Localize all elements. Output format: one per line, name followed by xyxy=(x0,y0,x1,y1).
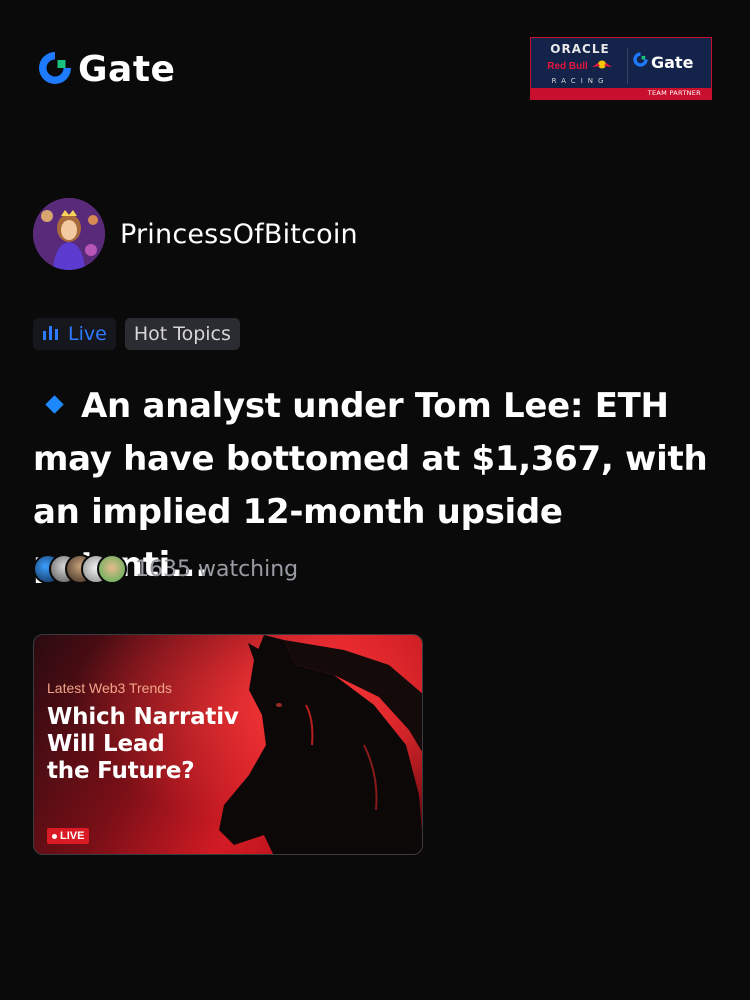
redbull-wordmark: Red Bull xyxy=(547,60,588,72)
partner-gate-text: Gate xyxy=(651,52,694,72)
bull-icon xyxy=(591,57,613,75)
author-name[interactable]: PrincessOfBitcoin xyxy=(120,219,358,250)
avatar[interactable] xyxy=(33,198,105,270)
partner-badge: ORACLE Red Bull RACING Gate TEAM PARTNER xyxy=(530,37,712,100)
live-stream-card[interactable]: Latest Web3 Trends Which Narrativ Will L… xyxy=(33,634,423,855)
live-tag-label: Live xyxy=(68,323,107,345)
watching-row: 1635 watching xyxy=(33,554,298,584)
viewer-avatars xyxy=(33,554,127,584)
gate-logo-text: Gate xyxy=(78,49,176,90)
viewer-avatar xyxy=(97,554,127,584)
tag-row: Live Hot Topics xyxy=(33,318,240,350)
partner-divider xyxy=(627,48,628,84)
racing-wordmark: RACING xyxy=(551,77,609,85)
live-bars-icon xyxy=(42,323,60,345)
live-badge-label: LIVE xyxy=(60,830,85,842)
live-dot-icon xyxy=(52,833,57,839)
hot-topics-tag[interactable]: Hot Topics xyxy=(124,318,240,350)
diamond-icon xyxy=(45,395,64,414)
live-tag[interactable]: Live xyxy=(33,318,116,350)
team-partner-strip: TEAM PARTNER xyxy=(531,88,711,99)
gate-logo-icon xyxy=(632,51,649,73)
watching-count: 1635 watching xyxy=(135,556,299,582)
gate-logo-icon xyxy=(36,49,74,92)
live-badge: LIVE xyxy=(47,828,90,844)
oracle-wordmark: ORACLE xyxy=(550,42,610,56)
page: Gate ORACLE Red Bull RACING Gate TEAM PA… xyxy=(0,0,750,1000)
gate-logo[interactable]: Gate xyxy=(36,48,175,92)
author-row[interactable]: PrincessOfBitcoin xyxy=(33,198,358,270)
card-title: Which Narrativ Will Lead the Future? xyxy=(47,704,239,784)
card-kicker: Latest Web3 Trends xyxy=(47,680,173,696)
partner-gate-logo: Gate xyxy=(632,51,693,73)
